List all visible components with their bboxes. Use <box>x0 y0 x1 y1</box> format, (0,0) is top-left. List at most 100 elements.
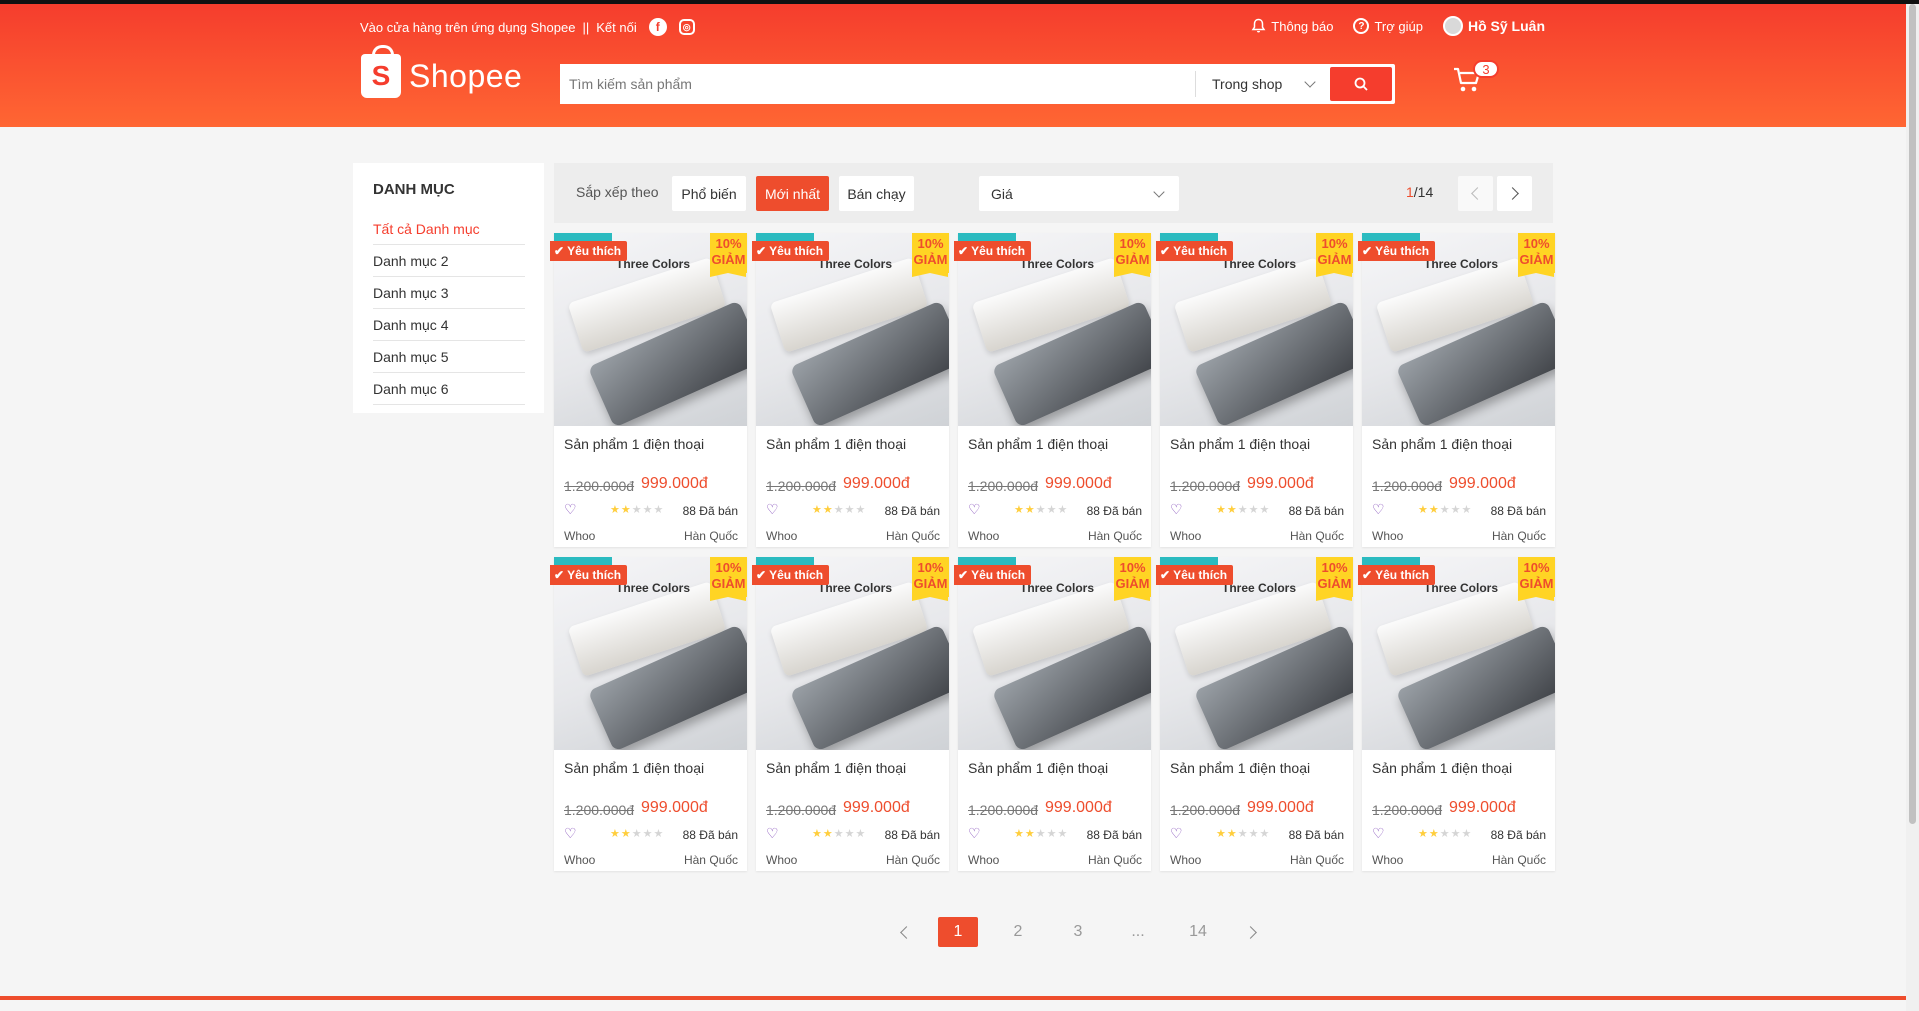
heart-icon[interactable]: ♡ <box>766 501 779 518</box>
user-menu[interactable]: Hồ Sỹ Luân <box>1442 16 1545 36</box>
category-item-all[interactable]: Tất cả Danh mục <box>373 213 525 245</box>
category-item-3[interactable]: Danh mục 3 <box>373 277 525 309</box>
cart-button[interactable]: 3 <box>1453 60 1499 102</box>
product-card[interactable]: Three Colors 10% GIẢM ✔ Yêu thích Sản phẩm 1 … <box>1156 233 1353 547</box>
help-icon: ? <box>1353 18 1370 34</box>
pagination: 1 2 3 ... 14 <box>880 916 1276 948</box>
product-origin: Hàn Quốc <box>683 853 738 867</box>
heart-icon[interactable]: ♡ <box>1170 825 1183 842</box>
star-icon: ★ <box>844 504 856 516</box>
product-image[interactable]: Three Colors 10% GIẢM <box>958 233 1151 426</box>
category-item-5[interactable]: Danh mục 5 <box>373 341 525 373</box>
new-price: 999.000đ <box>1045 475 1112 492</box>
discount-word: GIẢM <box>1115 252 1150 267</box>
pagination-prev-button[interactable] <box>884 917 924 947</box>
product-card[interactable]: Three Colors 10% GIẢM ✔ Yêu thích Sản phẩm 1 … <box>752 557 949 871</box>
mini-page-indicator: 1/14 <box>1406 184 1433 200</box>
product-name[interactable]: Sản phẩm 1 điện thoại <box>1170 760 1310 776</box>
search-bar: Trong shop <box>560 64 1395 104</box>
product-image[interactable]: Three Colors 10% GIẢM <box>756 233 949 426</box>
product-image[interactable]: Three Colors 10% GIẢM <box>1362 233 1555 426</box>
old-price: 1.200.000đ <box>1170 802 1241 818</box>
product-image[interactable]: Three Colors 10% GIẢM <box>756 557 949 750</box>
star-icon: ★ <box>653 504 665 516</box>
star-icon: ★ <box>1461 828 1473 840</box>
category-item-4[interactable]: Danh mục 4 <box>373 309 525 341</box>
page-button-14[interactable]: 14 <box>1178 917 1218 947</box>
product-image[interactable]: Three Colors 10% GIẢM <box>1160 557 1353 750</box>
discount-percent: 10% <box>1523 236 1550 251</box>
star-icon: ★ <box>1046 504 1058 516</box>
sort-newest-button[interactable]: Mới nhất <box>756 176 829 211</box>
facebook-icon[interactable]: f <box>648 18 667 36</box>
product-card[interactable]: Three Colors 10% GIẢM ✔ Yêu thích Sản phẩm 1 … <box>752 233 949 547</box>
product-name[interactable]: Sản phẩm 1 điện thoại <box>968 436 1108 452</box>
top-navbar: Vào cửa hàng trên ứng dụng Shopee || Kết… <box>360 14 1545 36</box>
product-card[interactable]: Three Colors 10% GIẢM ✔ Yêu thích Sản phẩm 1 … <box>1156 557 1353 871</box>
product-card[interactable]: Three Colors 10% GIẢM ✔ Yêu thích Sản phẩm 1 … <box>954 233 1151 547</box>
download-app-link[interactable]: Vào cửa hàng trên ứng dụng Shopee <box>360 20 575 35</box>
sort-popular-button[interactable]: Phổ biến <box>672 176 746 211</box>
search-input[interactable] <box>560 64 1195 104</box>
category-item-6[interactable]: Danh mục 6 <box>373 373 525 405</box>
page-button-3[interactable]: 3 <box>1058 917 1098 947</box>
page-ellipsis: ... <box>1131 923 1145 940</box>
product-name[interactable]: Sản phẩm 1 điện thoại <box>1372 760 1512 776</box>
help-link[interactable]: ? Trợ giúp <box>1353 18 1423 34</box>
product-image[interactable]: Three Colors 10% GIẢM <box>1362 557 1555 750</box>
mini-prev-button[interactable] <box>1458 176 1493 211</box>
product-name[interactable]: Sản phẩm 1 điện thoại <box>564 760 704 776</box>
search-button[interactable] <box>1330 67 1392 101</box>
discount-percent: 10% <box>1321 236 1348 251</box>
product-card[interactable]: Three Colors 10% GIẢM ✔ Yêu thích Sản phẩm 1 … <box>550 233 747 547</box>
page-button-1[interactable]: 1 <box>938 917 978 947</box>
heart-icon[interactable]: ♡ <box>564 501 577 518</box>
new-price: 999.000đ <box>1449 475 1516 492</box>
search-scope-select[interactable]: Trong shop <box>1195 71 1330 97</box>
sort-bestseller-button[interactable]: Bán chạy <box>839 176 914 211</box>
heart-icon[interactable]: ♡ <box>1372 825 1385 842</box>
favorite-label: Yêu thích <box>769 568 824 582</box>
page-button-2[interactable]: 2 <box>998 917 1038 947</box>
product-card[interactable]: Three Colors 10% GIẢM ✔ Yêu thích Sản phẩm 1 … <box>1358 233 1555 547</box>
product-image[interactable]: Three Colors 10% GIẢM <box>1160 233 1353 426</box>
heart-icon[interactable]: ♡ <box>968 501 981 518</box>
sold-count: 88 Đã bán <box>682 828 738 842</box>
heart-icon[interactable]: ♡ <box>1170 501 1183 518</box>
discount-word: GIẢM <box>1519 252 1554 267</box>
heart-icon[interactable]: ♡ <box>968 825 981 842</box>
notification-link[interactable]: Thông báo <box>1251 18 1333 34</box>
product-card[interactable]: Three Colors 10% GIẢM ✔ Yêu thích Sản phẩm 1 … <box>1358 557 1555 871</box>
pagination-next-button[interactable] <box>1232 917 1272 947</box>
heart-icon[interactable]: ♡ <box>1372 501 1385 518</box>
category-item-2[interactable]: Danh mục 2 <box>373 245 525 277</box>
product-card[interactable]: Three Colors 10% GIẢM ✔ Yêu thích Sản phẩm 1 … <box>954 557 1151 871</box>
price-sort-select[interactable]: Giá <box>979 176 1179 211</box>
check-icon: ✔ <box>756 244 767 258</box>
notification-label: Thông báo <box>1271 18 1334 34</box>
mini-next-button[interactable] <box>1497 176 1532 211</box>
shopee-logo[interactable]: S Shopee <box>361 45 522 98</box>
product-image[interactable]: Three Colors 10% GIẢM <box>958 557 1151 750</box>
product-image[interactable]: Three Colors 10% GIẢM <box>554 557 747 750</box>
old-price: 1.200.000đ <box>564 478 635 494</box>
product-name[interactable]: Sản phẩm 1 điện thoại <box>564 436 704 452</box>
product-name[interactable]: Sản phẩm 1 điện thoại <box>766 436 906 452</box>
old-price: 1.200.000đ <box>1372 802 1443 818</box>
discount-badge: 10% GIẢM <box>1518 233 1555 277</box>
product-card[interactable]: Three Colors 10% GIẢM ✔ Yêu thích Sản phẩm 1 … <box>550 557 747 871</box>
favorite-label: Yêu thích <box>1173 244 1228 258</box>
favorite-badge: ✔ Yêu thích <box>550 241 628 261</box>
product-name[interactable]: Sản phẩm 1 điện thoại <box>766 760 906 776</box>
product-name[interactable]: Sản phẩm 1 điện thoại <box>1170 436 1310 452</box>
product-image[interactable]: Three Colors 10% GIẢM <box>554 233 747 426</box>
product-name[interactable]: Sản phẩm 1 điện thoại <box>968 760 1108 776</box>
heart-icon[interactable]: ♡ <box>564 825 577 842</box>
instagram-icon[interactable]: ◎ <box>678 19 695 35</box>
page-scrollbar[interactable] <box>1906 4 1919 1011</box>
new-price: 999.000đ <box>1449 799 1516 816</box>
scrollbar-thumb[interactable] <box>1909 4 1916 824</box>
old-price: 1.200.000đ <box>766 478 837 494</box>
heart-icon[interactable]: ♡ <box>766 825 779 842</box>
product-name[interactable]: Sản phẩm 1 điện thoại <box>1372 436 1512 452</box>
